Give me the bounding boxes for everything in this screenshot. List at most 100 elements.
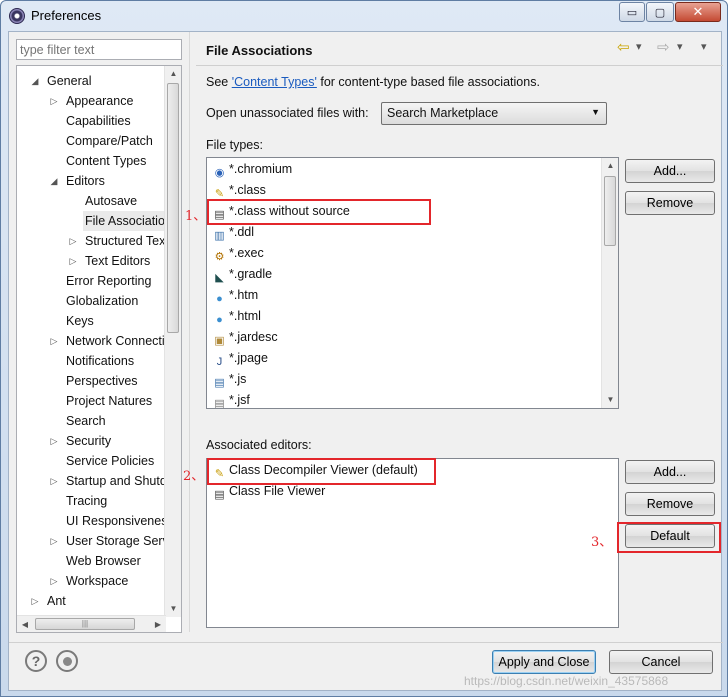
- file-types-scrollbar[interactable]: ▲ ▼: [601, 158, 618, 408]
- globe-icon: ●: [216, 314, 223, 326]
- tree-item-label: Search: [66, 414, 106, 428]
- window-title: Preferences: [31, 8, 102, 23]
- file-type-item[interactable]: ▣ *.jardesc: [212, 327, 277, 348]
- tree-item-label: Tracing: [66, 494, 108, 508]
- jsf-icon: ▤: [214, 398, 225, 409]
- tree-item-label: Appearance: [66, 94, 134, 108]
- minimize-button[interactable]: ▭: [619, 2, 645, 22]
- file-type-item-label: *.ddl: [229, 225, 255, 239]
- back-menu-icon[interactable]: ▾: [636, 40, 642, 53]
- binary-class-icon: ▤: [214, 489, 225, 501]
- tree-hscroll-thumb[interactable]: |||: [35, 618, 135, 630]
- collapsed-twisty-icon[interactable]: ▷: [49, 571, 59, 591]
- scroll-up-icon[interactable]: ▲: [602, 158, 618, 174]
- filter-input[interactable]: [16, 39, 182, 60]
- add-editor-button[interactable]: Add...: [625, 460, 715, 484]
- maximize-icon: ▢: [654, 6, 666, 19]
- editor-item-label: Class File Viewer: [229, 484, 326, 498]
- file-type-item-label: *.class without source: [229, 204, 350, 218]
- file-type-item[interactable]: ▤ *.jsf: [212, 390, 250, 409]
- file-type-item-label: *.jsf: [229, 393, 250, 407]
- annotation-number-3: 3、: [591, 535, 613, 550]
- tree-item-label: Keys: [66, 314, 94, 328]
- associated-editors-list[interactable]: ✎ Class Decompiler Viewer (default) ▤ Class…: [206, 458, 619, 628]
- forward-menu-icon[interactable]: ▾: [677, 40, 683, 53]
- tree-item-label: Service Policies: [66, 454, 155, 468]
- file-type-item-label: *.htm: [229, 288, 259, 302]
- close-button[interactable]: ✕: [675, 2, 721, 22]
- maximize-button[interactable]: ▢: [646, 2, 674, 22]
- file-type-item[interactable]: ▤ *.js: [212, 369, 246, 390]
- editor-item[interactable]: ▤ Class File Viewer: [212, 481, 325, 502]
- scroll-down-icon[interactable]: ▼: [602, 392, 618, 408]
- back-icon[interactable]: ⇦: [617, 38, 630, 56]
- view-menu-icon[interactable]: ▾: [701, 40, 707, 53]
- collapsed-twisty-icon[interactable]: ▷: [30, 591, 40, 611]
- dialog-body: ◢ General ▷ Appearance Capabilities Compare/P…: [8, 31, 723, 691]
- file-type-item[interactable]: ◣ *.gradle: [212, 264, 272, 285]
- scroll-down-icon[interactable]: ▼: [165, 601, 181, 617]
- chevron-down-icon: ▼: [591, 107, 600, 117]
- title-bar[interactable]: Preferences ▭ ▢ ✕: [1, 1, 727, 31]
- file-type-item[interactable]: ⚙ *.exec: [212, 243, 264, 264]
- forward-icon[interactable]: ⇨: [657, 38, 670, 56]
- collapsed-twisty-icon[interactable]: ▷: [49, 431, 59, 451]
- page-navigation: ⇦ ▾ ⇨ ▾ ▾: [617, 38, 713, 58]
- tree-item-label: Workspace: [66, 574, 129, 588]
- collapsed-twisty-icon[interactable]: ▷: [68, 251, 78, 271]
- expanded-twisty-icon[interactable]: ◢: [49, 171, 59, 191]
- open-unassociated-combo[interactable]: Search Marketplace ▼: [381, 102, 607, 125]
- collapsed-twisty-icon[interactable]: ▷: [49, 331, 59, 351]
- watermark-text: https://blog.csdn.net/weixin_43575868: [464, 674, 669, 688]
- content-types-link[interactable]: 'Content Types': [232, 75, 317, 89]
- file-types-scroll-thumb[interactable]: [604, 176, 616, 246]
- record-dot: [62, 657, 72, 666]
- splitter[interactable]: [189, 32, 190, 632]
- remove-file-type-button[interactable]: Remove: [625, 191, 715, 215]
- annotation-number-1: 1、: [185, 209, 207, 224]
- open-unassociated-label: Open unassociated files with:: [206, 106, 369, 120]
- tree-item-label: Text Editors: [85, 254, 151, 268]
- gradle-icon: ◣: [215, 272, 224, 284]
- file-type-item[interactable]: ▤ *.class without source: [212, 201, 350, 222]
- file-type-item-label: *.gradle: [229, 267, 273, 281]
- file-type-item-label: *.js: [229, 372, 247, 386]
- file-type-item[interactable]: ● *.html: [212, 306, 261, 327]
- preference-tree[interactable]: ◢ General ▷ Appearance Capabilities Compare/P…: [16, 65, 182, 633]
- expanded-twisty-icon[interactable]: ◢: [30, 71, 40, 91]
- file-type-item-label: *.exec: [229, 246, 264, 260]
- file-type-item[interactable]: ● *.htm: [212, 285, 258, 306]
- tree-scroll-thumb[interactable]: [167, 83, 179, 333]
- preferences-window: Preferences ▭ ▢ ✕ ◢ General ▷ Appearance Cap…: [0, 0, 728, 697]
- editor-item[interactable]: ✎ Class Decompiler Viewer (default): [212, 460, 418, 481]
- see-prefix: See: [206, 75, 232, 89]
- collapsed-twisty-icon[interactable]: ▷: [49, 91, 59, 111]
- tree-horizontal-scrollbar[interactable]: ◀ ||| ▶: [17, 615, 166, 632]
- file-type-item[interactable]: ▥ *.ddl: [212, 222, 254, 243]
- footer-separator: [9, 642, 723, 643]
- restore-icon[interactable]: [56, 650, 78, 672]
- scroll-up-icon[interactable]: ▲: [165, 66, 181, 82]
- file-type-item[interactable]: ✎ *.class: [212, 180, 266, 201]
- scroll-left-icon[interactable]: ◀: [17, 616, 33, 632]
- file-types-list[interactable]: ◉ *.chromium ✎ *.class ▤ *.class without sour…: [206, 157, 619, 409]
- file-types-label: File types:: [206, 138, 263, 152]
- collapsed-twisty-icon[interactable]: ▷: [68, 231, 78, 251]
- close-icon: ✕: [692, 4, 704, 19]
- file-type-item[interactable]: J *.jpage: [212, 348, 268, 369]
- tree-item-label: Perspectives: [66, 374, 138, 388]
- file-type-item[interactable]: ◉ *.chromium: [212, 159, 293, 180]
- chromium-icon: ◉: [214, 167, 225, 179]
- help-icon[interactable]: ?: [25, 650, 47, 672]
- scroll-right-icon[interactable]: ▶: [150, 616, 166, 632]
- collapsed-twisty-icon[interactable]: ▷: [49, 531, 59, 551]
- tree-vertical-scrollbar[interactable]: ▲ ▼: [164, 66, 181, 617]
- file-type-item-label: *.chromium: [229, 162, 293, 176]
- tree-item-label: Editors: [66, 174, 105, 188]
- cancel-button[interactable]: Cancel: [609, 650, 713, 674]
- collapsed-twisty-icon[interactable]: ▷: [49, 471, 59, 491]
- default-editor-button[interactable]: Default: [625, 524, 715, 548]
- add-file-type-button[interactable]: Add...: [625, 159, 715, 183]
- apply-and-close-button[interactable]: Apply and Close: [492, 650, 596, 674]
- remove-editor-button[interactable]: Remove: [625, 492, 715, 516]
